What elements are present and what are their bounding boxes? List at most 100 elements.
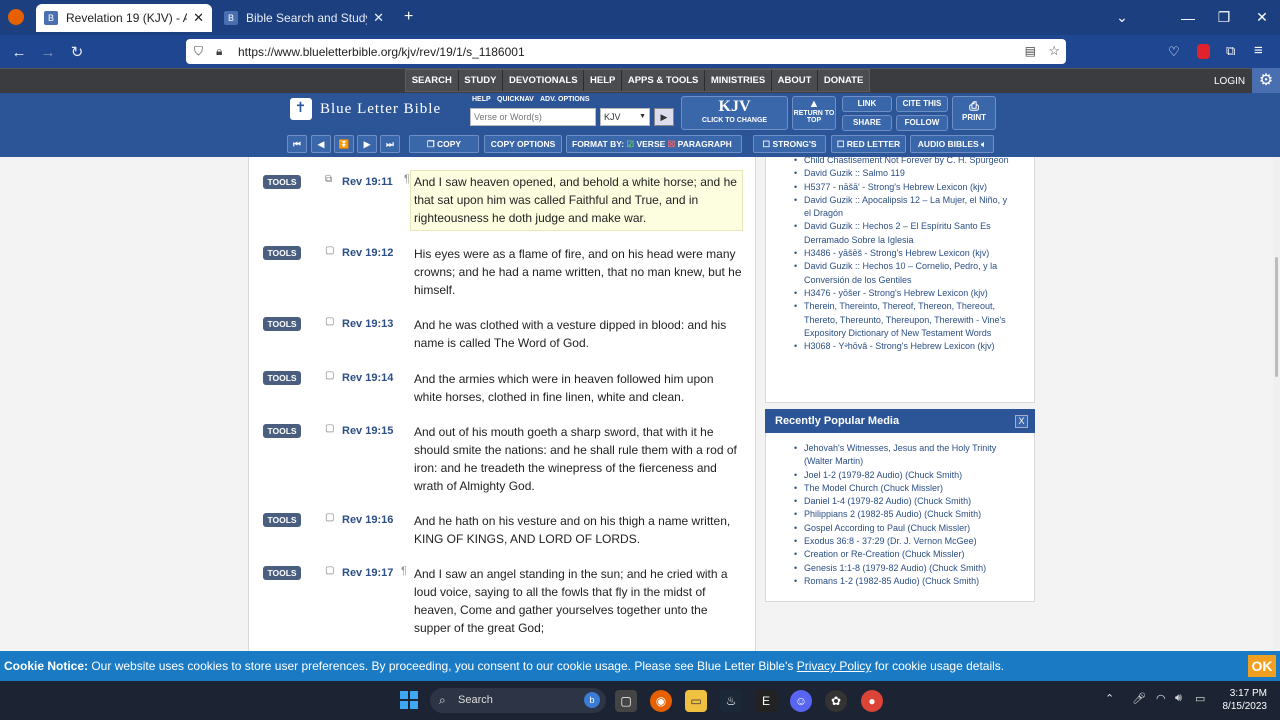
- verse-menu-icon[interactable]: ▢: [325, 316, 334, 327]
- return-to-top-button[interactable]: ▲ RETURN TO TOP: [792, 96, 836, 130]
- tools-button[interactable]: TOOLS: [263, 175, 301, 189]
- verse-text[interactable]: And I saw an angel standing in the sun; …: [414, 565, 744, 637]
- adv-options-link[interactable]: ADV. OPTIONS: [540, 96, 590, 103]
- verse-text[interactable]: And out of his mouth goeth a sharp sword…: [414, 423, 744, 495]
- verse-text[interactable]: And he hath on his vesture and on his th…: [414, 512, 744, 548]
- gear-icon[interactable]: ⚙: [1252, 68, 1280, 93]
- task-view-icon[interactable]: ▢: [615, 690, 637, 712]
- paragraph-option[interactable]: PARAGRAPH: [678, 139, 732, 149]
- media-link[interactable]: Jehovah's Witnesses, Jesus and the Holy …: [794, 442, 1009, 469]
- verse-menu-icon[interactable]: ▢: [325, 423, 334, 434]
- menu-ministries[interactable]: MINISTRIES: [705, 70, 772, 91]
- verse-menu-icon[interactable]: ▢: [325, 565, 334, 576]
- verse-menu-icon[interactable]: ⧉: [325, 174, 332, 185]
- forward-icon[interactable]: →: [36, 40, 60, 64]
- media-link[interactable]: Creation or Re-Creation (Chuck Missler): [794, 548, 1009, 562]
- verse-reference[interactable]: Rev 19:12: [342, 247, 393, 259]
- strongs-toggle[interactable]: ☐ STRONG'S: [753, 135, 826, 153]
- minimize-icon[interactable]: —: [1170, 0, 1206, 35]
- media-link[interactable]: Exodus 36:8 - 37:29 (Dr. J. Vernon McGee…: [794, 535, 1009, 549]
- tray-chevron-icon[interactable]: ⌃: [1105, 692, 1114, 705]
- restore-icon[interactable]: ❐: [1206, 0, 1242, 35]
- media-link[interactable]: Joel 1-2 (1979-82 Audio) (Chuck Smith): [794, 469, 1009, 483]
- verse-check-icon[interactable]: ☑: [626, 139, 634, 149]
- copy-options-button[interactable]: COPY OPTIONS: [484, 135, 562, 153]
- verse-reference[interactable]: Rev 19:13: [342, 318, 393, 330]
- verse-search-input[interactable]: [470, 108, 596, 126]
- firefox-icon[interactable]: [8, 9, 24, 25]
- file-explorer-icon[interactable]: ▭: [685, 690, 707, 712]
- tools-button[interactable]: TOOLS: [263, 371, 301, 385]
- tab-list-icon[interactable]: ⌄: [1104, 0, 1140, 35]
- verse-text[interactable]: And the armies which were in heaven foll…: [414, 370, 744, 406]
- media-link[interactable]: Gospel According to Paul (Chuck Missler): [794, 522, 1009, 536]
- windows-start-icon[interactable]: [400, 691, 418, 709]
- follow-button[interactable]: FOLLOW: [896, 115, 948, 131]
- shield-icon[interactable]: ⛉: [194, 44, 210, 59]
- media-link[interactable]: Philippians 2 (1982-85 Audio) (Chuck Smi…: [794, 508, 1009, 522]
- discord-icon[interactable]: ☺: [790, 690, 812, 712]
- tab-revelation[interactable]: B Revelation 19 (KJV) - And after thi ✕: [36, 4, 212, 32]
- tools-button[interactable]: TOOLS: [263, 246, 301, 260]
- lock-icon[interactable]: 🔒︎: [216, 44, 232, 59]
- verse-text[interactable]: And he was clothed with a vesture dipped…: [414, 316, 744, 352]
- quicknav-link[interactable]: QUICKNAV: [497, 96, 534, 103]
- reader-view-icon[interactable]: ▤: [1025, 44, 1036, 58]
- menu-devotionals[interactable]: DEVOTIONALS: [503, 70, 585, 91]
- extension-icon[interactable]: [1197, 44, 1210, 59]
- firefox-taskbar-icon[interactable]: ◉: [650, 690, 672, 712]
- battery-icon[interactable]: ▭: [1195, 692, 1205, 705]
- down-button[interactable]: ⏬: [334, 135, 354, 153]
- page-scrollbar[interactable]: [1273, 157, 1280, 651]
- verse-text[interactable]: His eyes were as a flame of fire, and on…: [414, 245, 744, 299]
- verse-option[interactable]: VERSE: [636, 139, 665, 149]
- close-tab-icon[interactable]: ✕: [193, 10, 204, 26]
- system-clock[interactable]: 3:17 PM 8/15/2023: [1215, 687, 1268, 713]
- prev-chapter-button[interactable]: ◀: [311, 135, 331, 153]
- wifi-icon[interactable]: ◠: [1156, 692, 1166, 705]
- next-chapter-button[interactable]: ▶: [357, 135, 377, 153]
- media-link[interactable]: Romans 1-2 (1982-85 Audio) (Chuck Smith): [794, 575, 1009, 589]
- print-button[interactable]: ⎙ PRINT: [952, 96, 996, 130]
- verse-reference[interactable]: Rev 19:15: [342, 425, 393, 437]
- resource-link[interactable]: H3068 - Yᵊhōvâ - Strong's Hebrew Lexicon…: [794, 340, 1009, 354]
- share-button[interactable]: SHARE: [842, 115, 892, 131]
- verse-menu-icon[interactable]: ▢: [325, 245, 334, 256]
- media-link[interactable]: The Model Church (Chuck Missler): [794, 482, 1009, 496]
- volume-icon[interactable]: 🔊︎: [1175, 692, 1182, 705]
- reload-icon[interactable]: ↻: [65, 40, 89, 64]
- first-chapter-button[interactable]: ⏮: [287, 135, 307, 153]
- scrollbar-thumb[interactable]: [1275, 257, 1278, 377]
- resource-link[interactable]: David Guzik :: Salmo 119: [794, 167, 1009, 181]
- verse-reference[interactable]: Rev 19:16: [342, 514, 393, 526]
- verse-reference[interactable]: Rev 19:14: [342, 372, 393, 384]
- cookie-ok-button[interactable]: OK: [1248, 655, 1276, 677]
- back-icon[interactable]: ←: [7, 40, 31, 64]
- verse-reference[interactable]: Rev 19:17: [342, 567, 393, 579]
- verse-reference[interactable]: Rev 19:11: [342, 176, 393, 188]
- search-go-button[interactable]: ▶: [654, 108, 674, 126]
- resource-link[interactable]: David Guzik :: Hechos 10 – Cornelio, Ped…: [794, 260, 1009, 287]
- tools-button[interactable]: TOOLS: [263, 513, 301, 527]
- audio-bibles-button[interactable]: AUDIO BIBLES 🔈︎: [910, 135, 994, 153]
- address-bar[interactable]: ⛉ 🔒︎ https://www.blueletterbible.org/kjv…: [186, 39, 1066, 64]
- resource-link[interactable]: H3476 - yōšer - Strong's Hebrew Lexicon …: [794, 287, 1009, 301]
- login-link[interactable]: LOGIN: [1214, 76, 1245, 87]
- resource-link[interactable]: Child Chastisement Not Forever by C. H. …: [794, 154, 1009, 168]
- paragraph-x-icon[interactable]: ☒: [668, 139, 676, 149]
- red-letter-toggle[interactable]: ☐ RED LETTER: [831, 135, 906, 153]
- menu-icon[interactable]: ≡: [1254, 42, 1263, 59]
- resource-link[interactable]: H5377 - nāšā' - Strong's Hebrew Lexicon …: [794, 181, 1009, 195]
- media-link[interactable]: Genesis 1:1-8 (1979-82 Audio) (Chuck Smi…: [794, 562, 1009, 576]
- copy-button[interactable]: ❐ COPY: [409, 135, 479, 153]
- close-tab-icon[interactable]: ✕: [373, 10, 384, 26]
- link-button[interactable]: LINK: [842, 96, 892, 112]
- menu-help[interactable]: HELP: [584, 70, 623, 91]
- version-select[interactable]: KJV ▼: [600, 108, 650, 126]
- verse-menu-icon[interactable]: ▢: [325, 370, 334, 381]
- blb-logo[interactable]: ✝ Blue Letter Bible: [290, 98, 441, 120]
- taskbar-search[interactable]: ⌕ Search b: [430, 688, 606, 713]
- url-text[interactable]: https://www.blueletterbible.org/kjv/rev/…: [238, 45, 525, 59]
- close-window-icon[interactable]: ✕: [1244, 0, 1280, 35]
- menu-study[interactable]: STUDY: [459, 70, 504, 91]
